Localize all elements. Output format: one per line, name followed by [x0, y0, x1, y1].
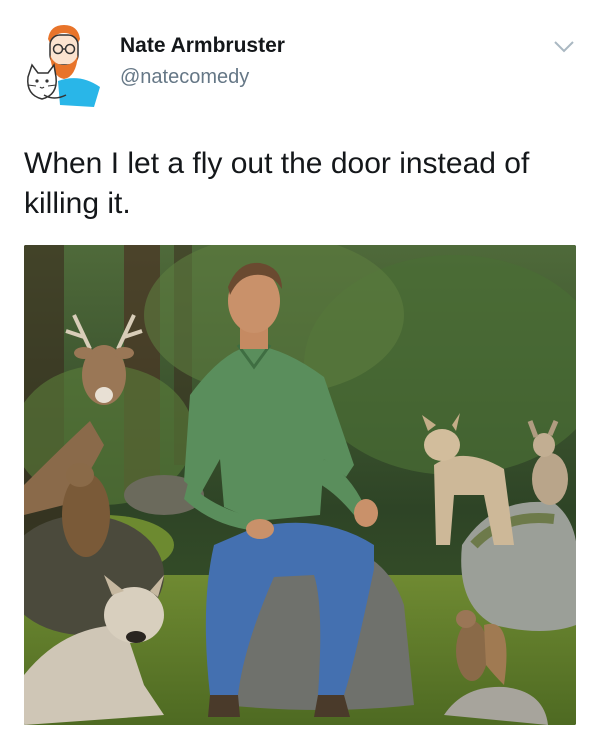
tweet-header: Nate Armbruster @natecomedy — [0, 0, 599, 120]
author-name[interactable]: Nate Armbruster — [120, 34, 285, 58]
cartoon-avatar-icon — [27, 25, 100, 107]
forest-scene-image — [24, 245, 576, 725]
chevron-down-icon[interactable] — [553, 40, 575, 54]
author-handle[interactable]: @natecomedy — [120, 66, 249, 89]
tweet-text: When I let a fly out the door instead of… — [24, 147, 530, 220]
avatar[interactable] — [24, 21, 104, 109]
tweet-photo[interactable] — [24, 245, 576, 725]
